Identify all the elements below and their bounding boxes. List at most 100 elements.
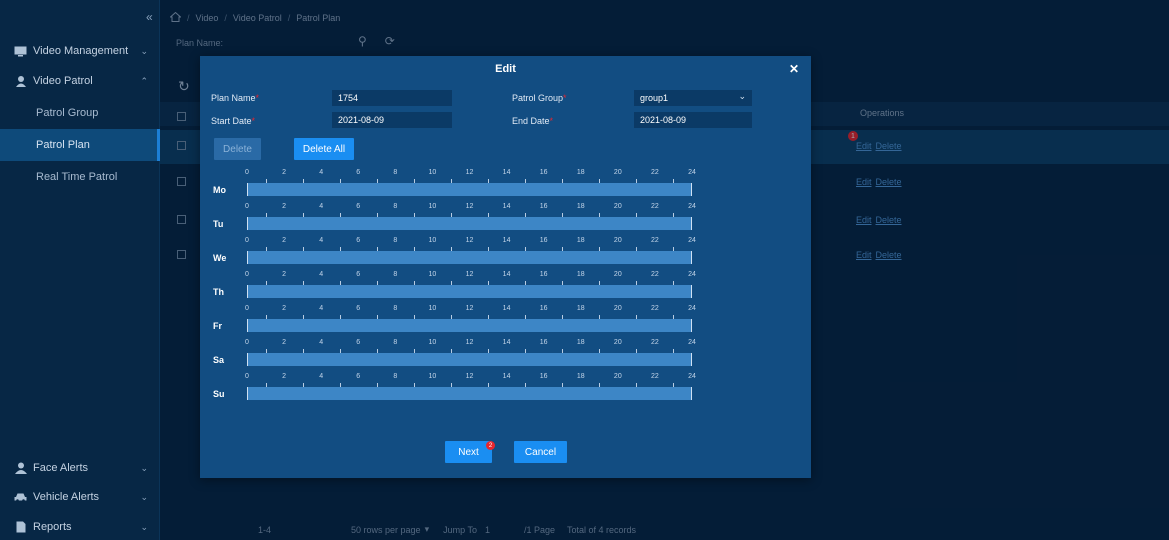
close-icon[interactable]: ✕	[789, 62, 799, 76]
hour-tick-label: 20	[613, 339, 622, 346]
time-slot-bar[interactable]	[247, 183, 692, 196]
time-slot-bar[interactable]	[247, 217, 692, 230]
hour-tick-label: 24	[688, 203, 696, 210]
chevron-down-icon: ⌄	[140, 45, 148, 56]
start-date-input[interactable]: 2021-08-09	[332, 112, 452, 128]
hour-tick-label: 22	[651, 339, 659, 346]
hour-tick-label: 0	[245, 169, 249, 176]
sidebar-item-patrol-group[interactable]: Patrol Group	[0, 97, 160, 129]
end-date-input[interactable]: 2021-08-09	[634, 112, 752, 128]
hour-tick-label: 4	[319, 339, 324, 346]
step-badge: 2	[486, 441, 495, 450]
hour-tick-label: 14	[502, 271, 511, 278]
hour-tick-label: 16	[539, 271, 548, 278]
chevron-down-icon: ⌄	[140, 521, 148, 532]
collapse-left-icon[interactable]: «	[146, 10, 153, 24]
hour-tick-label: 4	[319, 271, 324, 278]
edit-dialog: Edit ✕ Plan Name* 1754 Patrol Group* gro…	[200, 56, 811, 478]
sidebar: « Video Management ⌄ Video Patrol ⌃ Patr…	[0, 0, 160, 540]
nav-group-vehicle-alerts[interactable]: Vehicle Alerts ⌄	[0, 482, 160, 512]
hour-tick-label: 0	[245, 339, 249, 346]
nav-group-face-alerts[interactable]: Face Alerts ⌄	[0, 453, 160, 483]
delete-all-button[interactable]: Delete All	[294, 138, 354, 160]
video-monitor-icon	[14, 46, 27, 57]
nav-group-video-patrol[interactable]: Video Patrol ⌃	[0, 66, 160, 96]
hour-tick-label: 22	[651, 373, 659, 380]
car-icon	[14, 492, 27, 503]
nav-group-label: Face Alerts	[33, 462, 89, 474]
hour-tick-label: 22	[651, 203, 659, 210]
hour-tick-label: 14	[502, 305, 511, 312]
hour-tick-label: 12	[465, 169, 474, 176]
hour-tick-label: 10	[428, 237, 437, 244]
hour-tick-label: 10	[428, 203, 437, 210]
nav-group-label: Vehicle Alerts	[33, 491, 100, 503]
nav-group-label: Reports	[33, 521, 72, 533]
nav-group-label: Video Patrol	[33, 75, 93, 87]
time-slot-bar[interactable]	[247, 353, 692, 366]
day-row: Mo 0 2 4 6 8 10 12 14 16 18 20 22 24	[200, 169, 811, 199]
hour-tick-label: 8	[393, 339, 398, 346]
document-icon	[14, 521, 27, 533]
hour-tick-label: 24	[688, 373, 696, 380]
nav-group-reports[interactable]: Reports ⌄	[0, 512, 160, 540]
hour-tick-label: 8	[393, 237, 398, 244]
time-slot-bar[interactable]	[247, 319, 692, 332]
day-row: We 0 2 4 6 8 10 12 14 16 18 20 22 24	[200, 237, 811, 267]
next-button[interactable]: Next	[445, 441, 492, 463]
time-slot-bar[interactable]	[247, 387, 692, 400]
hour-tick-label: 14	[502, 373, 511, 380]
hour-tick-label: 2	[282, 237, 287, 244]
hour-tick-label: 0	[245, 203, 249, 210]
hour-tick-label: 16	[539, 339, 548, 346]
hour-tick-label: 22	[651, 305, 659, 312]
hour-tick-label: 2	[282, 169, 287, 176]
hour-tick-label: 12	[465, 203, 474, 210]
hour-tick-label: 12	[465, 305, 474, 312]
day-row: Tu 0 2 4 6 8 10 12 14 16 18 20 22 24	[200, 203, 811, 233]
chevron-up-icon: ⌃	[140, 75, 148, 86]
hour-tick-label: 24	[688, 305, 696, 312]
day-label: Fr	[213, 321, 222, 331]
hour-tick-label: 14	[502, 339, 511, 346]
hour-tick-label: 2	[282, 339, 287, 346]
hour-tick-label: 2	[282, 271, 287, 278]
day-label: Mo	[213, 185, 226, 195]
plan-name-input[interactable]: 1754	[332, 90, 452, 106]
start-date-label: Start Date*	[211, 116, 256, 126]
hour-tick-label: 6	[356, 271, 361, 278]
day-row: Su 0 2 4 6 8 10 12 14 16 18 20 22 24	[200, 373, 811, 403]
nav-group-video-management[interactable]: Video Management ⌄	[0, 36, 160, 66]
hour-tick-label: 18	[576, 169, 585, 176]
delete-button[interactable]: Delete	[214, 138, 261, 160]
time-slot-bar[interactable]	[247, 285, 692, 298]
hour-tick-label: 12	[465, 373, 474, 380]
hour-tick-label: 4	[319, 305, 324, 312]
hour-tick-label: 12	[465, 237, 474, 244]
hour-tick-label: 8	[393, 305, 398, 312]
hour-tick-label: 8	[393, 169, 398, 176]
hour-tick-label: 4	[319, 237, 324, 244]
hour-tick-label: 20	[613, 373, 622, 380]
hour-tick-label: 6	[356, 237, 361, 244]
patrol-group-select[interactable]: group1 ⌄	[634, 90, 752, 106]
time-slot-bar[interactable]	[247, 251, 692, 264]
day-row: Th 0 2 4 6 8 10 12 14 16 18 20 22 24	[200, 271, 811, 301]
chevron-down-icon: ⌄	[738, 91, 746, 101]
hour-tick-label: 0	[245, 373, 249, 380]
hour-tick-label: 20	[613, 169, 622, 176]
sidebar-item-real-time-patrol[interactable]: Real Time Patrol	[0, 161, 160, 193]
cancel-button[interactable]: Cancel	[514, 441, 567, 463]
hour-tick-label: 6	[356, 169, 361, 176]
sidebar-item-patrol-plan[interactable]: Patrol Plan	[0, 129, 160, 161]
hour-tick-label: 24	[688, 271, 696, 278]
nav-group-label: Video Management	[33, 45, 129, 57]
hour-tick-label: 20	[613, 237, 622, 244]
plan-name-label: Plan Name*	[211, 93, 260, 103]
hour-tick-label: 6	[356, 373, 361, 380]
hour-tick-label: 0	[245, 271, 249, 278]
day-label: Sa	[213, 355, 225, 365]
hour-tick-label: 16	[539, 237, 548, 244]
day-label: Th	[213, 287, 224, 297]
hour-tick-label: 20	[613, 305, 622, 312]
